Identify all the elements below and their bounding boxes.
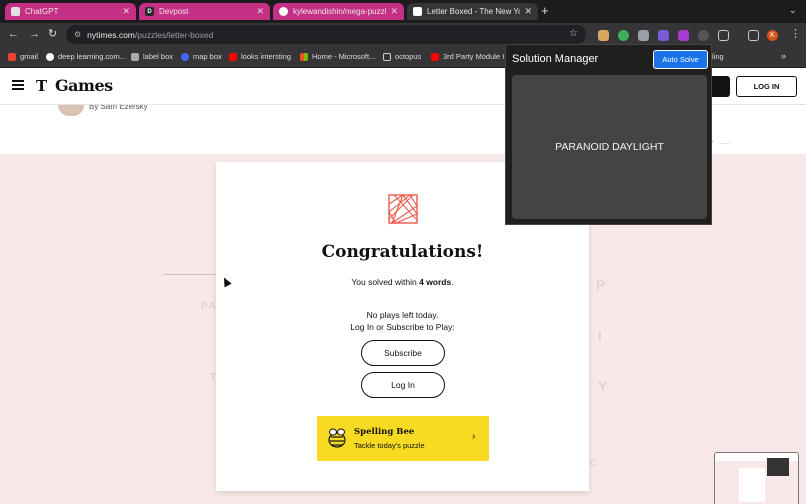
devpost-icon: D [145,7,154,16]
tab-title: ChatGPT [25,7,59,16]
nyt-logo-t[interactable]: T [36,77,47,95]
spelling-bee-card[interactable]: Spelling Bee Tackle today's puzzle › [317,416,489,461]
bookmark-label: looks intersting [241,52,292,61]
bee-icon [328,428,346,448]
congratulations-title: Congratulations! [321,242,484,262]
bookmark-label: label box [143,52,174,61]
board-letter: C [590,458,599,468]
subscribe-button[interactable]: Subscribe [361,340,445,366]
bookmark-label-box[interactable]: label box [131,52,173,61]
solution-manager-extension-icon[interactable] [698,30,709,41]
bookmark-label: octopus [395,52,422,61]
solved-summary: You solved within 4 words. [216,277,589,287]
profile-avatar[interactable]: K [767,30,778,41]
auto-solve-button[interactable]: Auto Solve [653,50,708,69]
no-plays-text: No plays left today. [366,310,439,320]
folder-icon [383,52,391,61]
bookmark-microsoft[interactable]: Home - Microsoft... [300,52,375,61]
spelling-bee-title: Spelling Bee [354,427,415,437]
bookmark-3rd-party-module[interactable]: 3rd Party Module I... [431,52,511,61]
extensions-puzzle-icon[interactable] [718,30,729,41]
bookmark-label: 3rd Party Module I... [443,52,511,61]
bookmark-octopus[interactable]: octopus [383,52,421,61]
bookmark-star-icon[interactable]: ☆ [569,28,578,39]
reload-icon[interactable]: ↻ [48,27,57,41]
solution-manager-popup: Solution Manager Auto Solve PARANOID DAY… [505,44,712,225]
extension-icon-5[interactable] [678,30,689,41]
login-prompt-text: Log In or Subscribe to Play: [350,322,455,332]
bookmark-gmail[interactable]: gmail [8,52,38,61]
address-bar[interactable]: ⚙ nytimes.com/puzzles/letter-boxed ☆ [66,25,586,44]
bookmarks-overflow-icon[interactable]: » [781,51,786,61]
microsoft-icon [300,52,308,61]
board-letter: P [596,277,608,293]
bookmark-label: ling [712,52,724,61]
youtube-icon [229,52,237,61]
extension-icon-3[interactable] [638,30,649,41]
close-icon[interactable]: ✕ [122,6,130,17]
solved-prefix: You solved within [351,277,420,287]
tab-letter-boxed[interactable]: Letter Boxed - The New York ✕ [407,3,538,20]
solved-suffix: . [451,277,454,287]
solution-display: PARANOID DAYLIGHT [512,75,707,219]
bookmark-label: deep learning.com... [58,52,126,61]
thumbnail-popup [767,458,789,476]
tab-strip: ChatGPT ✕ D Devpost ✕ kylewandishin/mega… [0,0,806,23]
bookmark-label: gmail [20,52,38,61]
board-letter: Y [598,378,610,394]
bookmark-overflow-item[interactable]: ling [712,52,724,61]
bookmark-map-box[interactable]: map box [181,52,222,61]
bookmark-label: map box [193,52,222,61]
bookmark-looks-intersting[interactable]: looks intersting [229,52,291,61]
tab-title: Letter Boxed - The New York [427,7,521,16]
bookmark-label: Home - Microsoft... [312,52,376,61]
games-logo[interactable]: Games [55,76,113,95]
header-login-button[interactable]: LOG IN [736,76,797,97]
spelling-bee-subtitle: Tackle today's puzzle [354,441,425,450]
site-info-icon[interactable]: ⚙ [74,30,81,39]
labelbox-icon [131,52,139,61]
back-arrow-icon[interactable]: ← [8,27,19,41]
close-icon[interactable]: ✕ [256,6,264,17]
extension-icon-2[interactable] [618,30,629,41]
popup-title: Solution Manager [512,53,599,65]
youtube-icon [431,52,439,61]
gmail-icon [8,52,16,61]
side-panel-icon[interactable] [748,30,759,41]
picture-in-picture-thumbnail[interactable] [714,452,799,504]
close-icon[interactable]: ✕ [390,6,398,17]
url-host: nytimes.com [87,29,135,40]
chatgpt-icon [11,7,20,16]
login-button[interactable]: Log In [361,372,445,398]
tab-title: Devpost [159,7,189,16]
url-path: /puzzles/letter-boxed [134,29,214,40]
chevron-right-icon: › [472,431,476,442]
extension-icon-4[interactable] [658,30,669,41]
extension-icon-1[interactable] [598,30,609,41]
no-plays-message: No plays left today. Log In or Subscribe… [216,309,589,333]
tab-github[interactable]: kylewandishin/mega-puzzle- ✕ [273,3,404,20]
github-icon [279,7,288,16]
hamburger-menu-icon[interactable] [12,80,24,90]
letter-boxed-icon [388,194,418,225]
mapbox-icon [181,52,189,61]
tab-devpost[interactable]: D Devpost ✕ [139,3,270,20]
author-avatar [58,105,84,116]
forward-arrow-icon[interactable]: → [29,27,40,41]
thumbnail-modal [739,468,765,502]
close-icon[interactable]: ✕ [524,6,532,17]
github-icon [46,52,54,61]
nyt-icon [413,7,422,16]
solved-count: 4 words [419,277,452,287]
tab-chatgpt[interactable]: ChatGPT ✕ [5,3,136,20]
new-tab-icon[interactable]: + [541,4,549,18]
tab-search-chevron-icon[interactable]: ⌄ [789,5,797,16]
board-letter: I [598,328,604,344]
browser-menu-icon[interactable]: ⋮ [790,27,801,41]
tab-title: kylewandishin/mega-puzzle- [293,7,387,16]
bookmark-deep-learning[interactable]: deep learning.com... [46,52,126,61]
board-edge-line [163,274,223,275]
